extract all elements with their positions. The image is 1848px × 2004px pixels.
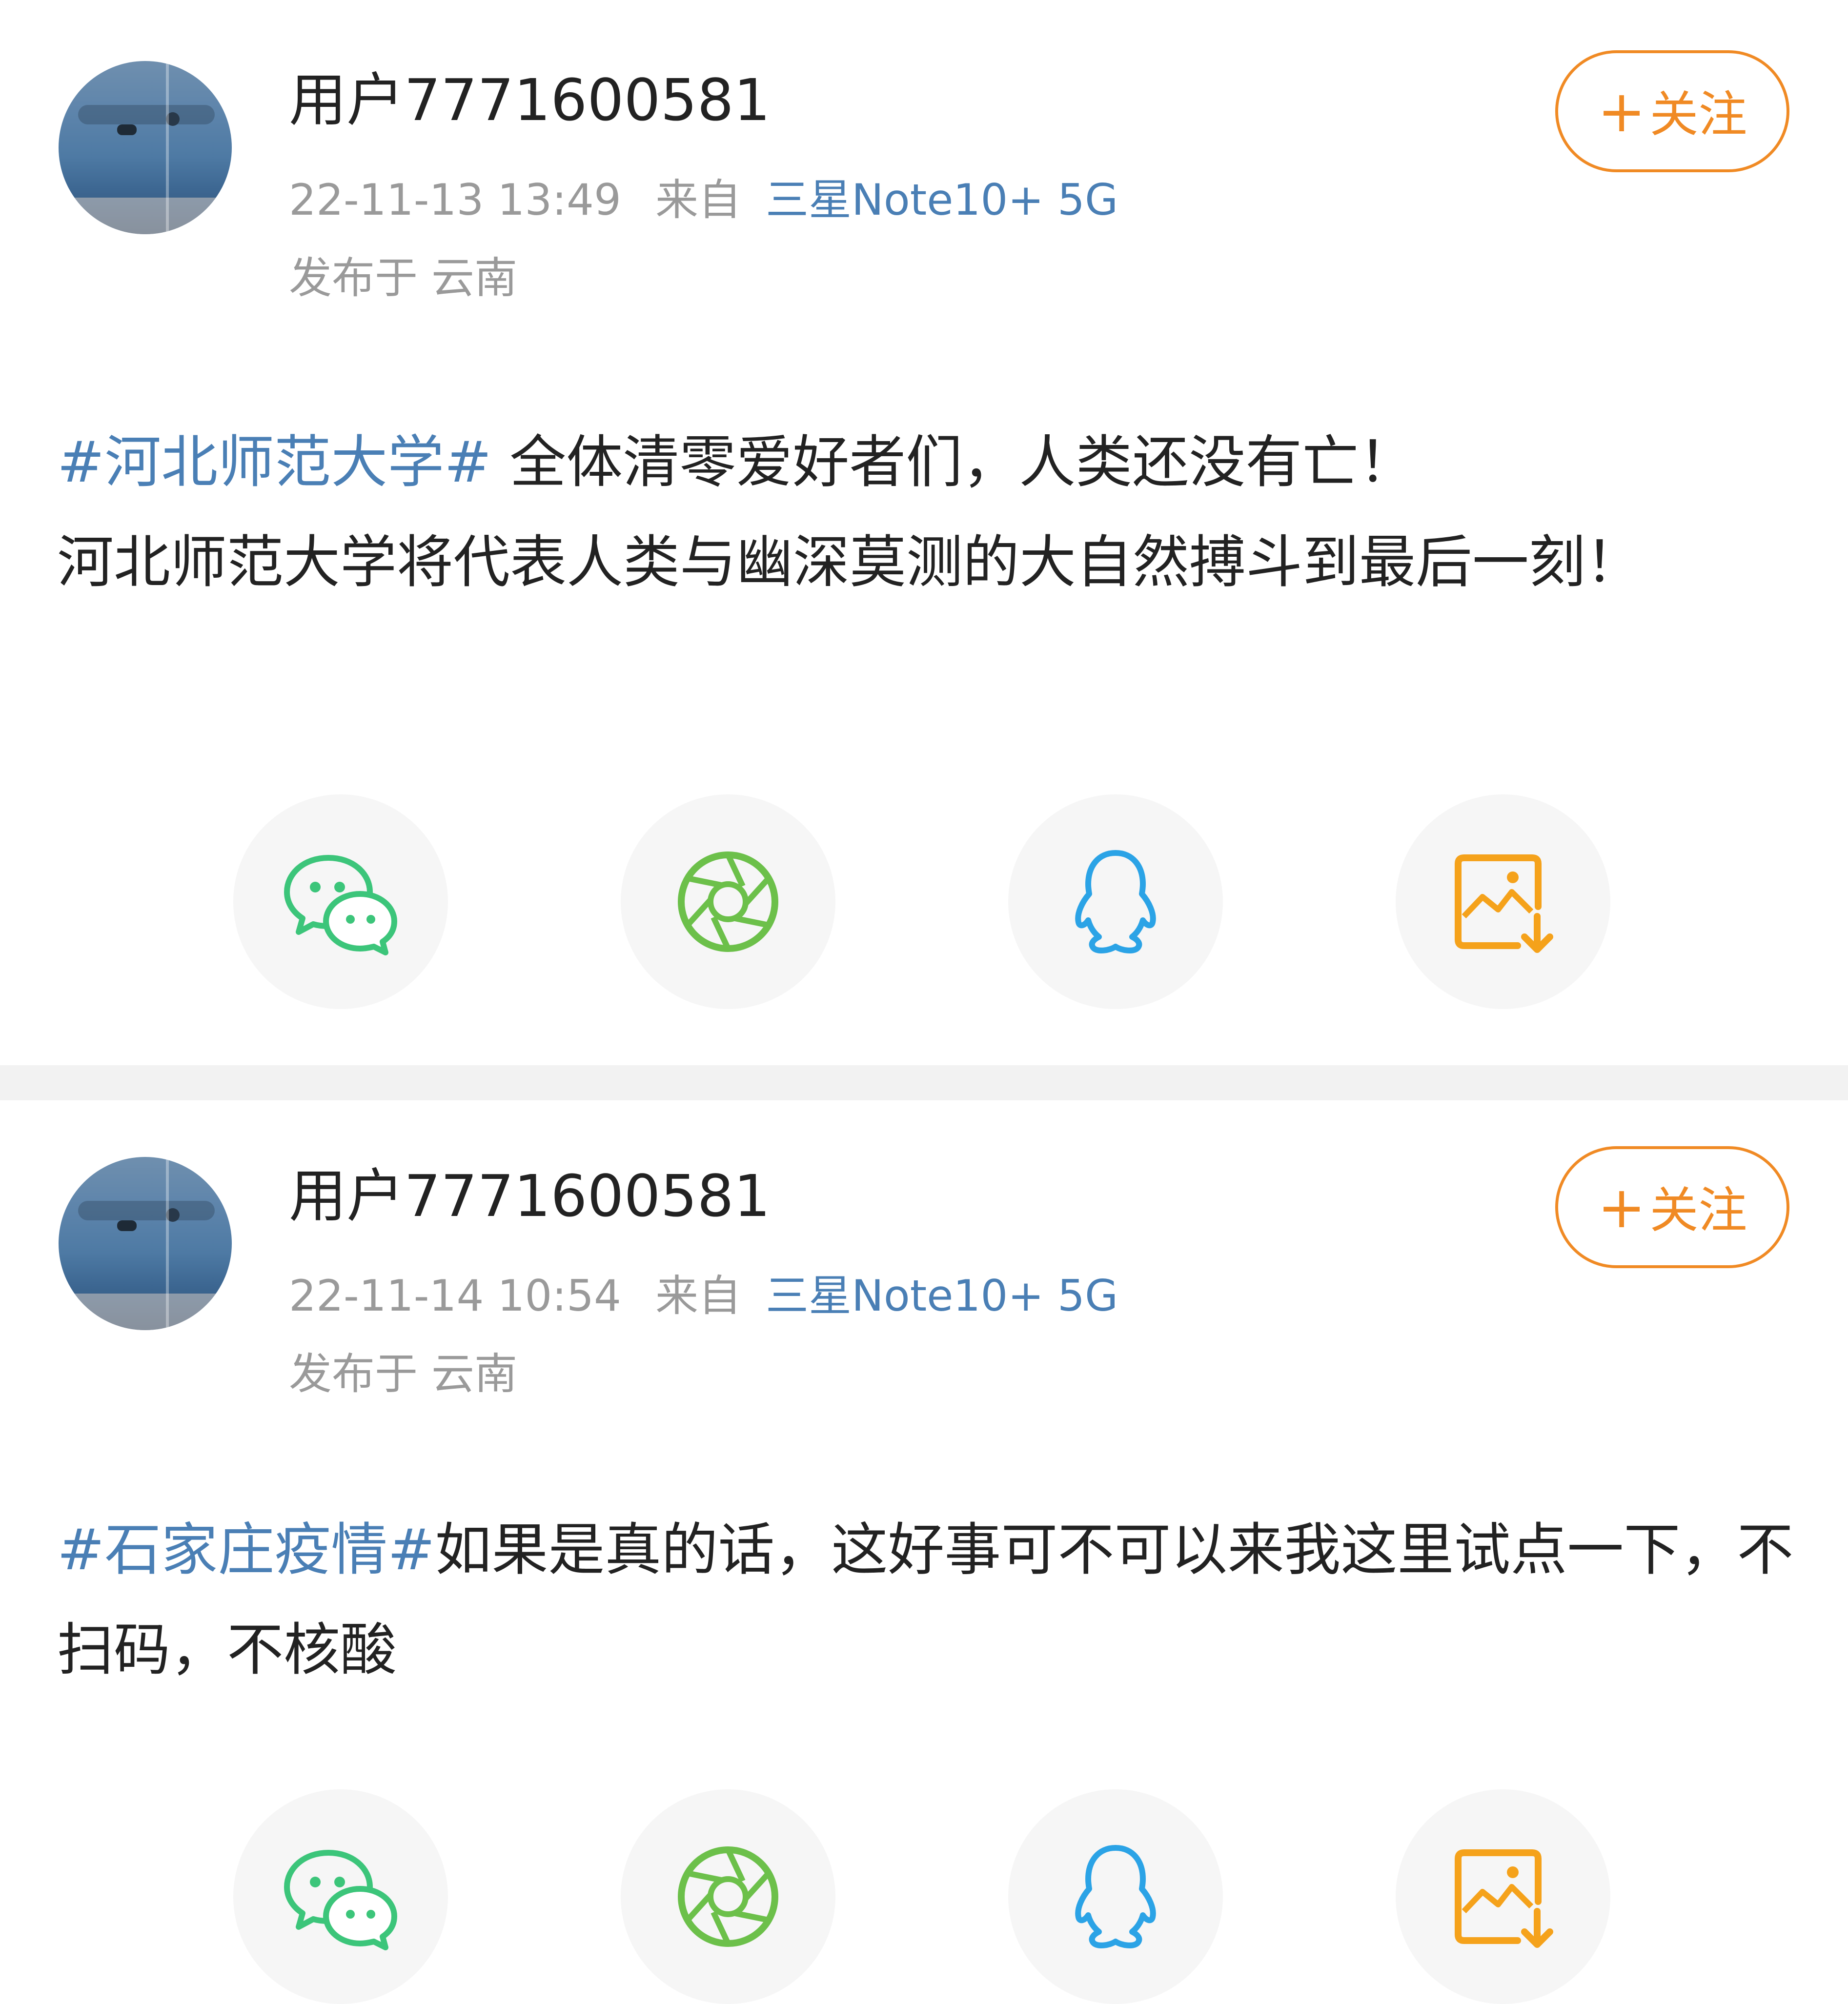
share-moments-button[interactable] [621,794,835,1009]
wechat-icon [284,855,397,955]
post-text: 全体清零爱好者们，人类还没有亡！ [491,429,1416,495]
device-link[interactable]: 三星Note10+ 5G [766,1271,1118,1321]
post-location: 发布于 云南 [289,253,517,303]
from-label: 来自 [655,1271,742,1321]
moments-icon [678,1846,778,1947]
qq-icon [1075,850,1156,953]
post-location: 发布于 云南 [289,1349,517,1399]
avatar[interactable] [59,1157,232,1330]
post-timestamp: 22-11-13 13:49 [289,175,622,225]
weibo-post: 用户7771600581 22-11-13 13:49 来自 三星Note10+ 5… [0,0,1848,1065]
share-row [0,794,1848,1009]
share-moments-button[interactable] [621,1789,835,2004]
save-image-button[interactable] [1396,794,1610,1009]
post-content: #河北师范大学# 全体清零爱好者们，人类还没有亡！ 河北师范大学将代表人类与幽深… [57,412,1794,612]
save-image-button[interactable] [1396,1789,1610,2004]
post-content: #石家庄疫情#如果是真的话，这好事可不可以来我这里试点一下，不扫码，不核酸 [57,1500,1794,1700]
weibo-post: 用户7771600581 22-11-14 10:54 来自 三星Note10+ 5… [0,1100,1848,2004]
avatar[interactable] [59,61,232,234]
from-label: 来自 [655,175,742,225]
username[interactable]: 用户7771600581 [289,1164,771,1228]
share-qq-button[interactable] [1008,1789,1223,2004]
post-text-continued: 河北师范大学将代表人类与幽深莫测的大自然搏斗到最后一刻！ [57,529,1642,595]
post-meta: 22-11-14 10:54 来自 三星Note10+ 5G [289,1272,1118,1320]
post-divider [0,1065,1848,1100]
share-wechat-button[interactable] [233,794,448,1009]
share-qq-button[interactable] [1008,794,1223,1009]
post-meta: 22-11-13 13:49 来自 三星Note10+ 5G [289,176,1118,224]
save-image-icon [1455,854,1553,953]
follow-label: 关注 [1649,1182,1747,1239]
topic-link[interactable]: #石家庄疫情# [57,1517,435,1583]
plus-icon: + [1597,1174,1646,1241]
moments-icon [678,851,778,952]
username[interactable]: 用户7771600581 [289,68,771,132]
qq-icon [1075,1845,1156,1948]
share-wechat-button[interactable] [233,1789,448,2004]
save-image-icon [1455,1849,1553,1948]
follow-button[interactable]: +关注 [1555,1146,1789,1268]
follow-label: 关注 [1649,86,1747,143]
device-link[interactable]: 三星Note10+ 5G [766,175,1118,225]
wechat-icon [284,1850,397,1950]
plus-icon: + [1597,78,1646,145]
share-row [0,1789,1848,2004]
topic-link[interactable]: #河北师范大学# [57,429,491,495]
post-timestamp: 22-11-14 10:54 [289,1271,622,1321]
follow-button[interactable]: +关注 [1555,50,1789,172]
